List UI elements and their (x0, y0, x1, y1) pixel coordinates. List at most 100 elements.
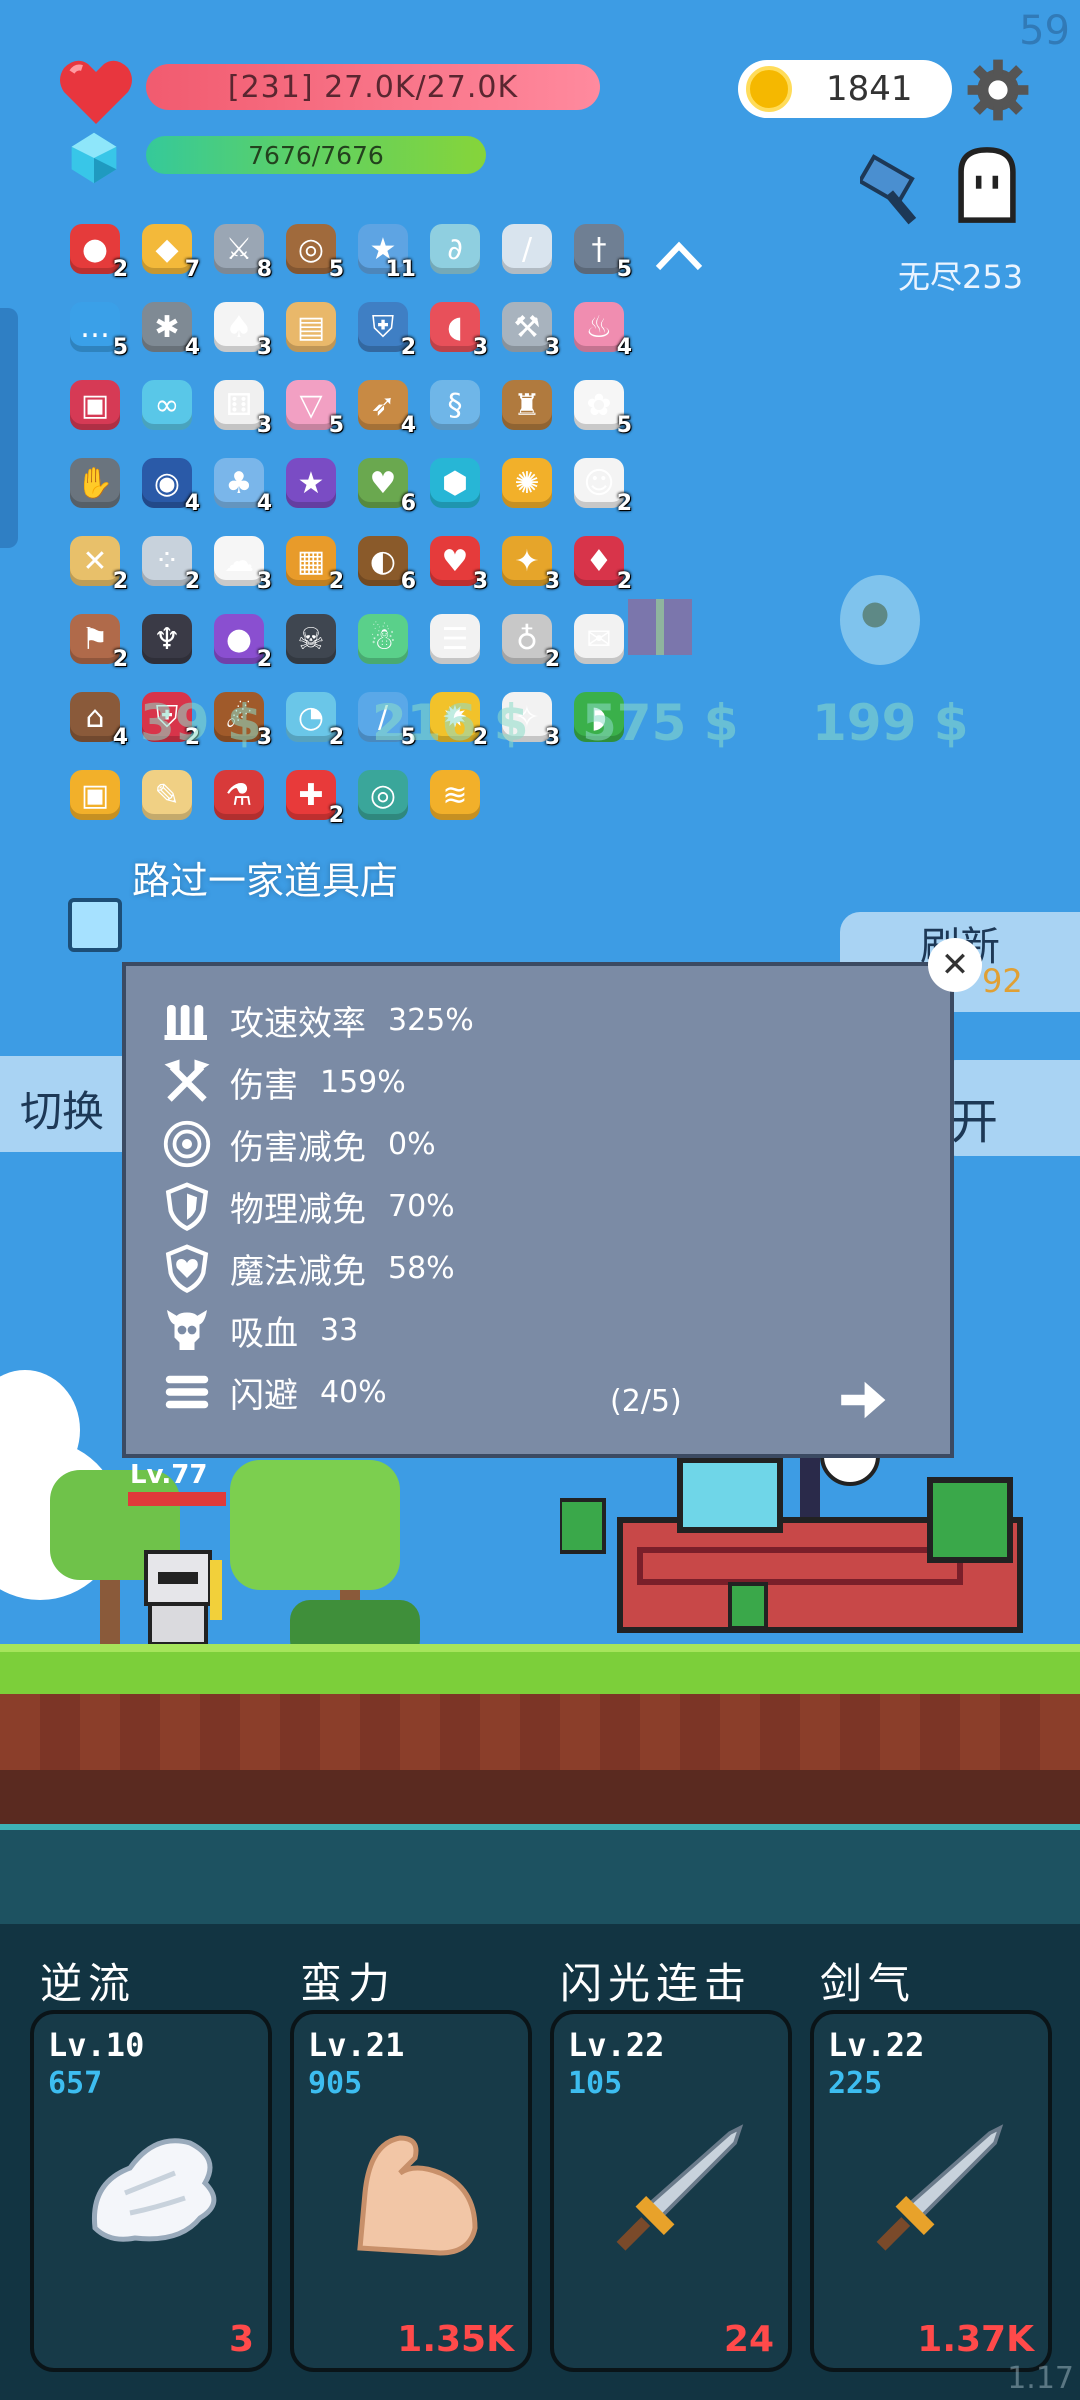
inventory-item[interactable]: ▽ 5 (278, 372, 344, 438)
chevron-up-icon[interactable] (652, 236, 706, 276)
inventory-item[interactable]: ⛨ 2 (350, 294, 416, 360)
inventory-item[interactable]: ⌂ 4 (62, 684, 128, 750)
inventory-item[interactable]: ✕ 2 (62, 528, 128, 594)
inventory-item[interactable]: ☁ 3 (206, 528, 272, 594)
inventory-item[interactable]: † 5 (566, 216, 632, 282)
crossed-axes-icon (164, 1059, 210, 1102)
inventory-item[interactable]: ● 2 (206, 606, 272, 672)
skill-card[interactable]: Lv.22 225 1.37K (810, 2010, 1052, 2372)
inventory-item[interactable]: ✱ 4 (134, 294, 200, 360)
bulb-icon[interactable] (68, 898, 122, 952)
inventory-item[interactable]: ⚔ 8 (206, 216, 272, 282)
shield-icon (165, 1182, 209, 1231)
skill-card[interactable]: Lv.10 657 3 (30, 2010, 272, 2372)
stat-value: 0% (388, 1126, 436, 1162)
inventory-item[interactable]: ♨ 4 (566, 294, 632, 360)
inventory-item[interactable]: ◎ 5 (278, 216, 344, 282)
inventory-item[interactable]: ☰ (422, 606, 488, 672)
ghost-icon[interactable] (950, 146, 1024, 224)
skill-xp: 105 (568, 2066, 623, 2101)
inventory-item[interactable]: … 5 (62, 294, 128, 360)
inventory-item[interactable]: ⚒ 3 (494, 294, 560, 360)
inventory-item[interactable]: ♥ 6 (350, 450, 416, 516)
arrow-right-icon[interactable] (836, 1374, 888, 1426)
inventory-item[interactable]: ◔ 2 (278, 684, 344, 750)
stat-name: 攻速效率 (230, 1003, 366, 1044)
inventory-item[interactable]: ♜ (494, 372, 560, 438)
inventory-item[interactable]: ♠ 3 (206, 294, 272, 360)
item-icon: ☃ (358, 614, 408, 664)
inventory-item[interactable]: ➶ 4 (350, 372, 416, 438)
inventory-item[interactable]: ◐ 6 (350, 528, 416, 594)
gear-icon[interactable] (966, 58, 1030, 122)
inventory-item[interactable]: / (494, 216, 560, 282)
inventory-item[interactable]: ◉ 4 (134, 450, 200, 516)
inventory-item[interactable]: ∂ (422, 216, 488, 282)
item-count: 2 (616, 491, 632, 516)
crystal-icon (71, 132, 117, 184)
hammer-icon[interactable] (860, 150, 940, 230)
inventory-item[interactable]: ★ (278, 450, 344, 516)
item-count: 3 (256, 335, 272, 360)
skill-card[interactable]: Lv.21 905 1.35K (290, 2010, 532, 2372)
close-button[interactable]: ✕ (928, 938, 982, 992)
inventory-item[interactable]: ☺ 2 (566, 450, 632, 516)
inventory-item[interactable]: ★ 11 (350, 216, 416, 282)
inventory-item[interactable]: ▣ (62, 372, 128, 438)
item-icon: ⬢ (430, 458, 480, 508)
stat-name: 伤害 (230, 1065, 298, 1106)
inventory-item[interactable]: ◎ (350, 762, 416, 828)
inventory-item[interactable]: § (422, 372, 488, 438)
shop-price: 575 $ (582, 694, 739, 752)
inventory-item[interactable]: ⚗ (206, 762, 272, 828)
inventory-item[interactable]: ▦ 2 (278, 528, 344, 594)
inventory-item[interactable]: ✎ (134, 762, 200, 828)
stat-value: 70% (388, 1188, 455, 1224)
inventory-item[interactable]: ✺ (494, 450, 560, 516)
inventory-item[interactable]: ◖ 3 (422, 294, 488, 360)
stat-value: 40% (320, 1374, 387, 1410)
mana-bar: 7676/7676 (146, 136, 486, 174)
item-count: 2 (400, 335, 416, 360)
inventory-item[interactable]: ∞ (134, 372, 200, 438)
inventory-item[interactable]: ⚅ 3 (206, 372, 272, 438)
stat-row-damage-reduction: 伤害减免 0% (162, 1114, 436, 1174)
item-count: 2 (544, 647, 560, 672)
inventory-item[interactable]: ⚑ 2 (62, 606, 128, 672)
side-drawer-handle[interactable] (0, 308, 18, 548)
stat-name: 魔法减免 (230, 1251, 366, 1292)
inventory-item[interactable]: ⁘ 2 (134, 528, 200, 594)
inventory-item[interactable]: ☠ (278, 606, 344, 672)
switch-label: 切换 (20, 1087, 105, 1136)
inventory-item[interactable]: ● 2 (62, 216, 128, 282)
inventory-item[interactable]: ☃ (350, 606, 416, 672)
stat-value: 159% (320, 1064, 406, 1100)
skill-xp: 905 (308, 2066, 363, 2101)
inventory-item[interactable]: ✚ 2 (278, 762, 344, 828)
inventory-item[interactable]: ◆ 7 (134, 216, 200, 282)
skill-card[interactable]: Lv.22 105 24 (550, 2010, 792, 2372)
enemy-hp-bar (128, 1492, 226, 1506)
skill-cost: 1.37K (917, 2319, 1034, 2360)
item-icon: ∂ (430, 224, 480, 274)
item-count: 2 (112, 257, 128, 282)
item-icon: § (430, 380, 480, 430)
inventory-item[interactable]: ▤ (278, 294, 344, 360)
inventory-item[interactable]: ⬢ (422, 450, 488, 516)
dirt-ground-lower (0, 1770, 1080, 1824)
coin-value: 1841 (826, 69, 913, 109)
inventory-item[interactable]: ♁ 2 (494, 606, 560, 672)
item-icon: / (502, 224, 552, 274)
item-count: 3 (472, 335, 488, 360)
inventory-item[interactable]: ♆ (134, 606, 200, 672)
inventory-item[interactable]: ♣ 4 (206, 450, 272, 516)
inventory-item[interactable]: ▣ (62, 762, 128, 828)
inventory-item[interactable]: ≋ (422, 762, 488, 828)
inventory-item[interactable]: ✦ 3 (494, 528, 560, 594)
item-icon: ✺ (502, 458, 552, 508)
inventory-item[interactable]: ✋ (62, 450, 128, 516)
skill-name: 闪光连击 (560, 1959, 753, 2008)
stat-name: 伤害减免 (230, 1127, 366, 1168)
inventory-item[interactable]: ♥ 3 (422, 528, 488, 594)
inventory-item[interactable]: ✿ 5 (566, 372, 632, 438)
